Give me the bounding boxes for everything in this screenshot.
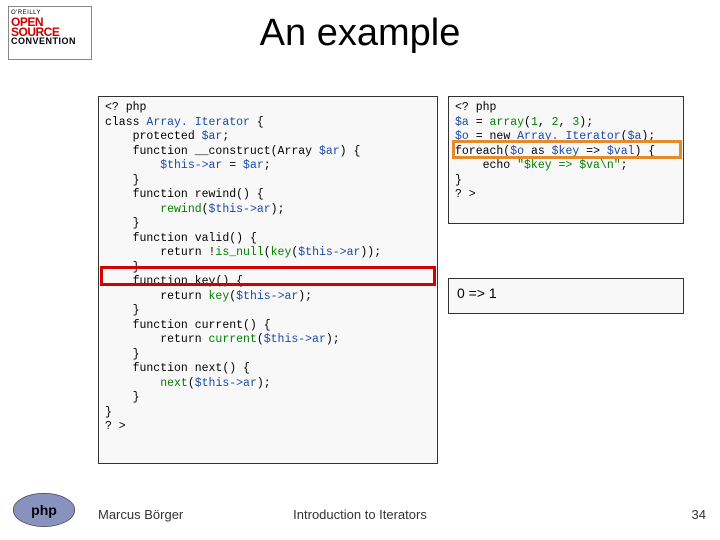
code-left-content: <? php class Array. Iterator { protected…	[105, 101, 431, 435]
code-block-right: <? php $a = array(1, 2, 3); $o = new Arr…	[448, 96, 684, 224]
output-box: 0 => 1	[448, 278, 684, 314]
output-text: 0 => 1	[457, 285, 497, 301]
code-right-content: <? php $a = array(1, 2, 3); $o = new Arr…	[455, 101, 677, 203]
footer-title: Introduction to Iterators	[0, 507, 720, 522]
slide: O'REILLY OPEN SOURCE CONVENTION An examp…	[0, 0, 720, 540]
footer-page-number: 34	[692, 507, 706, 522]
slide-title: An example	[0, 12, 720, 55]
code-block-left: <? php class Array. Iterator { protected…	[98, 96, 438, 464]
